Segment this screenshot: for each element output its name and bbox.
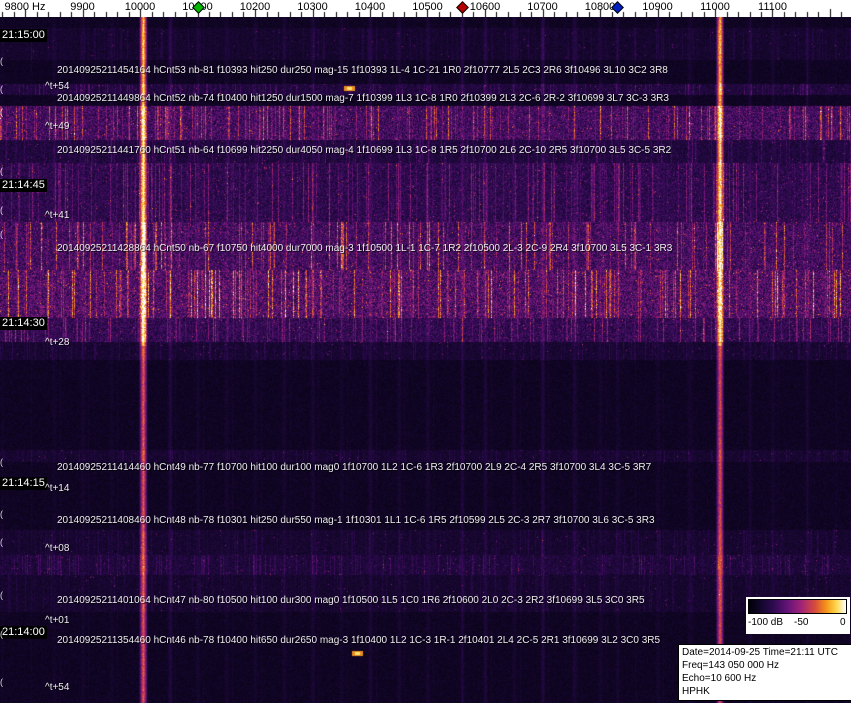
- freq-tick-label: 10900: [642, 1, 673, 13]
- freq-tick-label: 10400: [354, 1, 386, 13]
- info-freq-line: Freq=143 050 000 Hz: [682, 660, 780, 671]
- time-tick-label: 21:15:00: [0, 29, 47, 42]
- time-offset-label: ^t+28: [45, 337, 70, 348]
- detection-line: 20140925211401064 hCnt47 nb-80 f10500 hi…: [57, 595, 645, 606]
- time-offset-label: ^t+14: [45, 483, 70, 494]
- freq-tick-label: 10200: [239, 1, 271, 13]
- info-station-line: HPHK: [682, 686, 710, 697]
- detection-line: 20140925211354460 hCnt46 nb-78 f10400 hi…: [57, 635, 661, 646]
- detection-line: 20140925211428864 hCnt50 nb-67 f10750 hi…: [57, 243, 673, 254]
- detection-line: 20140925211454164 hCnt53 nb-81 f10393 hi…: [57, 65, 668, 76]
- legend-max-label: 0: [840, 617, 846, 628]
- time-tick-label: 21:14:45: [0, 179, 47, 192]
- freq-tick-label: 10300: [297, 1, 328, 13]
- freq-tick-label: 9800 Hz: [4, 1, 46, 13]
- freq-tick-label: 10500: [412, 1, 443, 13]
- info-echo-line: Echo=10 600 Hz: [682, 673, 757, 684]
- edge-tick-icon: (: [0, 629, 3, 639]
- time-offset-label: ^t+41: [45, 210, 70, 221]
- edge-tick-icon: (: [0, 509, 3, 519]
- detection-line: 20140925211408460 hCnt48 nb-78 f10301 hi…: [57, 515, 655, 526]
- time-offset-label: ^t+54: [45, 81, 70, 92]
- edge-tick-icon: (: [0, 166, 3, 176]
- edge-tick-icon: (: [0, 205, 3, 215]
- freq-tick-label: 10700: [527, 1, 558, 13]
- edge-tick-icon: (: [0, 229, 3, 239]
- detection-line: 20140925211414460 hCnt49 nb-77 f10700 hi…: [57, 462, 652, 473]
- edge-tick-icon: (: [0, 56, 3, 66]
- time-offset-label: ^t+01: [45, 615, 70, 626]
- time-offset-label: ^t+54: [45, 682, 70, 693]
- freq-tick-label: 10600: [469, 1, 501, 13]
- edge-tick-icon: (: [0, 107, 3, 117]
- edge-tick-icon: (: [0, 537, 3, 547]
- time-offset-label: ^t+49: [45, 121, 70, 132]
- spectrogram-app: 9800 Hz990010000101001020010300104001050…: [0, 0, 851, 703]
- info-box: Date=2014-09-25 Time=21:11 UTC Freq=143 …: [678, 644, 851, 701]
- edge-tick-icon: (: [0, 677, 3, 687]
- color-scale-gradient: [748, 599, 847, 614]
- time-tick-label: 21:14:30: [0, 317, 47, 330]
- detection-line: 20140925211441760 hCnt51 nb-64 f10699 hi…: [57, 145, 672, 156]
- freq-tick-label: 10000: [124, 1, 156, 13]
- info-date-line: Date=2014-09-25 Time=21:11 UTC: [682, 647, 839, 658]
- time-offset-label: ^t+08: [45, 543, 70, 554]
- freq-tick-label: 11100: [758, 1, 787, 13]
- time-tick-label: 21:14:00: [0, 626, 47, 639]
- edge-tick-icon: (: [0, 84, 3, 94]
- color-scale-legend: -100 dB -50 0: [746, 597, 850, 634]
- freq-tick-label: 11000: [700, 1, 730, 13]
- edge-tick-icon: (: [0, 457, 3, 467]
- legend-mid-label: -50: [794, 617, 809, 628]
- freq-tick-label: 9900: [70, 1, 95, 13]
- edge-tick-icon: (: [0, 590, 3, 600]
- detection-line: 20140925211449864 hCnt52 nb-74 f10400 hi…: [57, 93, 669, 104]
- legend-min-label: -100 dB: [748, 617, 784, 628]
- time-tick-label: 21:14:15: [0, 477, 47, 490]
